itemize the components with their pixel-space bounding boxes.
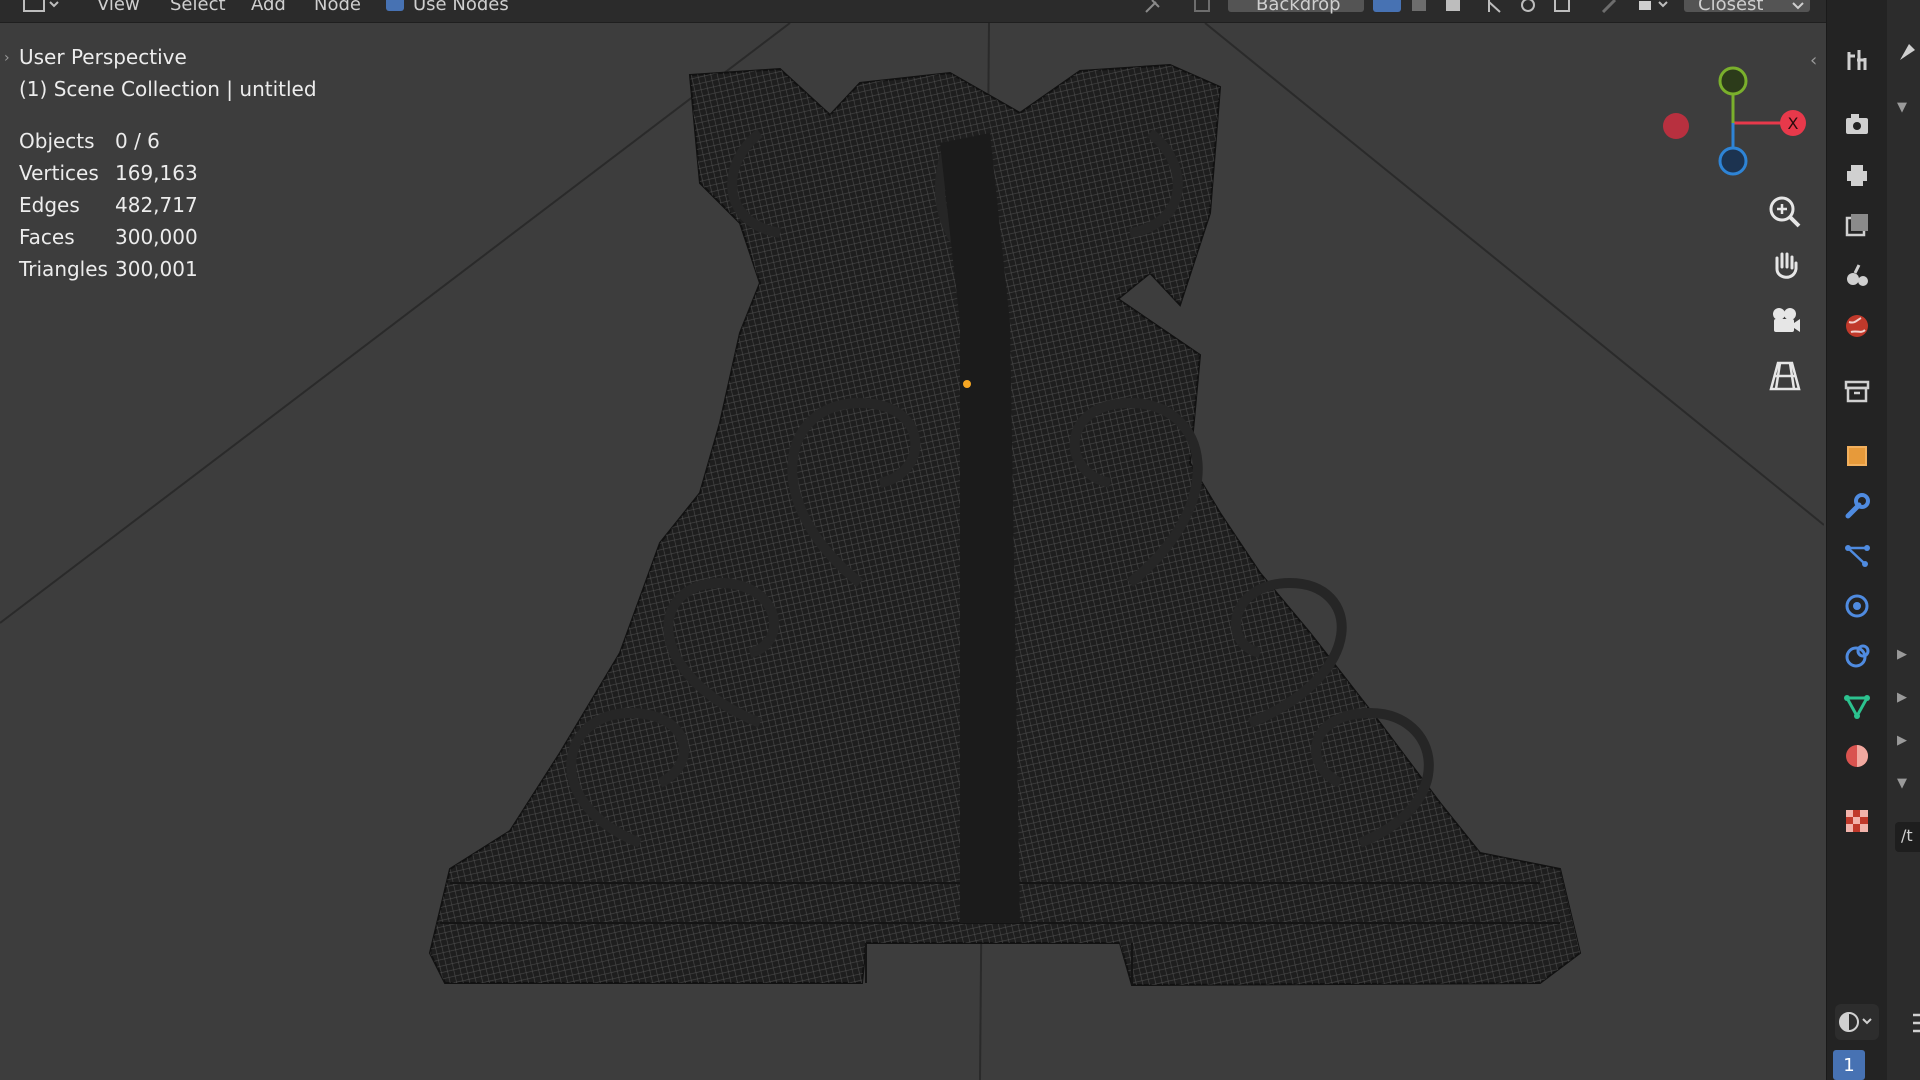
tool-icon[interactable] (1837, 40, 1877, 80)
axis-gizmo[interactable]: X (1650, 53, 1820, 193)
texture-icon[interactable] (1837, 801, 1877, 841)
zoom-icon[interactable] (1763, 190, 1807, 234)
properties-tab-strip: 1 (1826, 0, 1887, 1080)
stats-label: Edges (19, 193, 80, 217)
hand-pan-icon[interactable] (1763, 244, 1807, 288)
output-icon[interactable] (1837, 155, 1877, 195)
sidebar-toggle-icon[interactable]: › (4, 50, 10, 66)
select-tool-icon[interactable] (1486, 0, 1504, 13)
backdrop-button[interactable]: Backdrop (1228, 0, 1364, 15)
world-icon[interactable] (1837, 306, 1877, 346)
channel-alpha-icon[interactable] (1410, 0, 1428, 12)
ortho-grid-icon[interactable] (1763, 354, 1807, 398)
snap-icon[interactable] (1600, 0, 1618, 14)
snap-element-icon[interactable] (1637, 0, 1668, 12)
expand-arrow-icon[interactable]: ▼ (1897, 776, 1907, 791)
modifier-icon[interactable] (1837, 486, 1877, 526)
menu-view[interactable]: View (97, 0, 140, 15)
view-layer-icon[interactable] (1837, 205, 1877, 245)
scene-icon[interactable] (1837, 255, 1877, 295)
use-nodes-checkbox[interactable] (386, 0, 404, 11)
channel-image-icon[interactable] (1444, 0, 1462, 12)
expand-arrow-icon[interactable]: ▶ (1897, 647, 1907, 662)
stats-row: Faces 300,000 (19, 221, 317, 253)
wireframe-mesh (428, 63, 1582, 987)
viewport-info: User Perspective (1) Scene Collection | … (19, 41, 317, 285)
menu-select[interactable]: Select (170, 0, 226, 15)
z-axis-handle[interactable] (1718, 146, 1748, 176)
editor-type-icon[interactable] (22, 0, 59, 12)
expand-arrow-icon[interactable]: ▼ (1897, 100, 1907, 115)
data-icon[interactable] (1837, 686, 1877, 726)
snap-target-dropdown[interactable]: Closest (1684, 0, 1810, 15)
expand-arrow-icon[interactable]: ▶ (1897, 690, 1907, 705)
stats-row: Vertices 169,163 (19, 157, 317, 189)
frame-badge[interactable]: 1 (1833, 1050, 1865, 1080)
stats-value: 300,001 (115, 257, 198, 281)
render-icon[interactable] (1837, 104, 1877, 144)
material-icon[interactable] (1837, 736, 1877, 776)
snap-target-label: Closest (1698, 0, 1764, 15)
brush-icon[interactable] (1897, 40, 1919, 68)
stats-row: Triangles 300,001 (19, 253, 317, 285)
physics-icon[interactable] (1837, 586, 1877, 626)
use-nodes-label: Use Nodes (413, 0, 509, 15)
viewport-header: View Select Add Node Use Nodes Backdrop … (0, 0, 1826, 23)
properties-panel-edge: ▼ ▶ ▶ ▶ ▼ /t (1887, 0, 1920, 1080)
timeline-toggle-icon[interactable] (1835, 1004, 1879, 1040)
rotate-icon[interactable] (1519, 0, 1537, 12)
box-icon[interactable] (1553, 0, 1571, 12)
collection-info: (1) Scene Collection | untitled (19, 77, 317, 101)
object-icon[interactable] (1837, 436, 1877, 476)
stats-row: Objects 0 / 6 (19, 125, 317, 157)
backdrop-label: Backdrop (1256, 0, 1341, 15)
particles-icon[interactable] (1837, 536, 1877, 576)
constraints-icon[interactable] (1837, 636, 1877, 676)
channel-rgb-icon[interactable] (1373, 0, 1401, 12)
stats-value: 0 / 6 (115, 129, 160, 153)
path-field-text: /t (1901, 826, 1913, 845)
stats-value: 300,000 (115, 225, 198, 249)
collection-icon[interactable] (1837, 371, 1877, 411)
3d-viewport[interactable]: User Perspective (1) Scene Collection | … (0, 23, 1824, 1080)
stats-value: 482,717 (115, 193, 198, 217)
y-axis-handle[interactable] (1718, 66, 1748, 96)
x-axis-label: X (1788, 114, 1799, 133)
neg-x-handle[interactable] (1663, 113, 1689, 139)
path-field[interactable]: /t (1895, 822, 1920, 852)
pin-icon[interactable] (1143, 0, 1161, 13)
chevron-down-icon (1792, 0, 1804, 15)
stats-value: 169,163 (115, 161, 198, 185)
stats-label: Faces (19, 225, 75, 249)
menu-add[interactable]: Add (251, 0, 286, 15)
expand-arrow-icon[interactable]: ▶ (1897, 733, 1907, 748)
stats-row: Edges 482,717 (19, 189, 317, 221)
frame-number: 1 (1843, 1054, 1855, 1076)
menu-node[interactable]: Node (314, 0, 361, 15)
object-origin-dot[interactable] (963, 380, 971, 388)
stats-label: Objects (19, 129, 95, 153)
menu-lines-icon[interactable] (1913, 1012, 1920, 1038)
stats-label: Vertices (19, 161, 99, 185)
view-name: User Perspective (19, 45, 187, 69)
stats-label: Triangles (19, 257, 108, 281)
view-toggle-icon[interactable] (1193, 0, 1211, 12)
camera-icon[interactable] (1763, 299, 1807, 343)
